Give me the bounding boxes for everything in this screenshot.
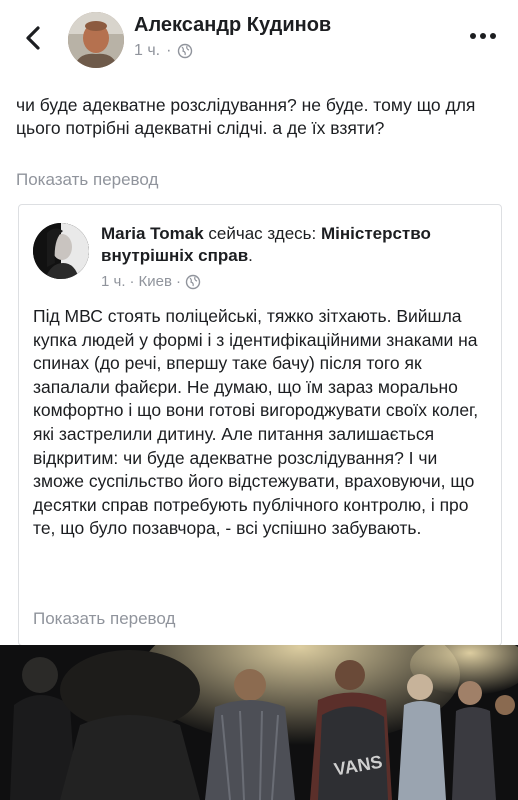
post-text: чи буде адекватне розслідування? не буде… bbox=[16, 95, 476, 138]
shared-show-translation-link[interactable]: Показать перевод bbox=[33, 609, 175, 629]
shared-separator-2: · bbox=[175, 273, 181, 290]
more-options-button[interactable] bbox=[470, 28, 500, 44]
author-name[interactable]: Александр Кудинов bbox=[134, 14, 331, 37]
shared-time[interactable]: 1 ч. bbox=[101, 273, 126, 290]
shared-post-meta: 1 ч. · Киев · bbox=[101, 273, 201, 290]
crowd-photo: VANS bbox=[0, 645, 518, 800]
meta-separator: · bbox=[166, 42, 172, 59]
shared-post-header: Maria Tomak сейчас здесь: Міністерство в… bbox=[101, 223, 491, 267]
post-header: Александр Кудинов 1 ч. · bbox=[0, 0, 518, 80]
post-meta: 1 ч. · bbox=[134, 42, 193, 60]
shared-post-text: Під МВС стоять поліцейські, тяжко зітхаю… bbox=[33, 306, 479, 539]
shared-author-name[interactable]: Maria Tomak bbox=[101, 224, 204, 243]
globe-icon bbox=[185, 274, 201, 289]
show-translation-link[interactable]: Показать перевод bbox=[16, 170, 158, 190]
attached-photo[interactable]: VANS bbox=[0, 645, 518, 800]
ellipsis-icon bbox=[470, 33, 476, 39]
back-button[interactable] bbox=[20, 24, 48, 52]
globe-icon bbox=[178, 43, 193, 59]
shared-avatar[interactable] bbox=[33, 223, 89, 279]
shared-location[interactable]: Киев bbox=[139, 273, 172, 290]
post-time[interactable]: 1 ч. bbox=[134, 42, 160, 60]
chevron-left-icon bbox=[26, 26, 40, 50]
shared-separator: · bbox=[129, 273, 135, 290]
shared-place-suffix: . bbox=[248, 246, 253, 265]
avatar[interactable] bbox=[68, 12, 124, 68]
shared-post-card[interactable]: Maria Tomak сейчас здесь: Міністерство в… bbox=[18, 204, 502, 646]
shared-action: сейчас здесь: bbox=[203, 224, 321, 243]
